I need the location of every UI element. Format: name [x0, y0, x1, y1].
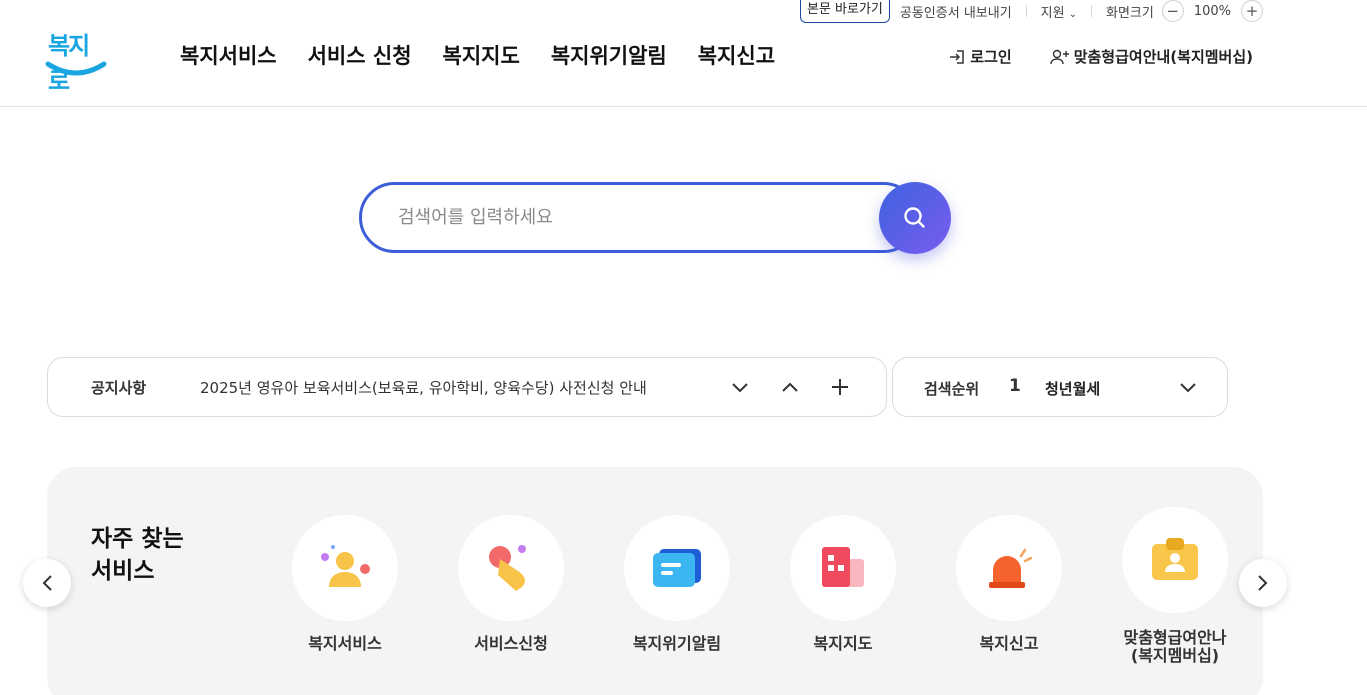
- service-item-map[interactable]: 복지지도: [768, 515, 918, 653]
- zoom-out-button[interactable]: −: [1161, 0, 1184, 22]
- rank-expand-button[interactable]: [1179, 378, 1197, 397]
- logo[interactable]: 복지로: [44, 26, 108, 95]
- cert-export-link[interactable]: 공동인증서 내보내기: [900, 2, 1012, 21]
- main-nav: 복지서비스 서비스 신청 복지지도 복지위기알림 복지신고: [180, 40, 775, 70]
- siren-icon: [989, 548, 1033, 588]
- support-dropdown[interactable]: 지원 ⌄: [1041, 2, 1077, 21]
- carousel-prev-button[interactable]: [23, 559, 71, 607]
- nav-service-apply[interactable]: 서비스 신청: [308, 40, 412, 70]
- notice-controls: [730, 377, 850, 397]
- rank-keyword[interactable]: 청년월세: [1045, 378, 1100, 399]
- notice-prev-button[interactable]: [780, 377, 800, 397]
- service-icon-circle: [790, 515, 896, 621]
- service-item-report[interactable]: 복지신고: [934, 515, 1084, 653]
- service-icon-circle: [458, 515, 564, 621]
- nav-welfare-service[interactable]: 복지서비스: [180, 40, 277, 70]
- nav-crisis-alert[interactable]: 복지위기알림: [551, 40, 667, 70]
- service-label: 복지지도: [813, 634, 873, 653]
- notice-next-button[interactable]: [730, 377, 750, 397]
- login-label: 로그인: [970, 48, 1012, 66]
- divider: [1025, 5, 1027, 17]
- chevron-down-icon: ⌄: [1068, 8, 1077, 20]
- service-item-membership[interactable]: 맞춤형급여안나 (복지멤버십): [1100, 507, 1250, 665]
- notice-label: 공지사항: [91, 378, 147, 397]
- nav-welfare-report[interactable]: 복지신고: [698, 40, 775, 70]
- login-icon: [950, 49, 965, 64]
- service-label: 복지위기알림: [632, 634, 722, 653]
- id-badge-icon: [1152, 538, 1198, 580]
- service-icon-circle: [1122, 507, 1228, 613]
- service-item-crisis[interactable]: 복지위기알림: [602, 515, 752, 653]
- skip-to-content-link[interactable]: 본문 바로가기: [799, 0, 890, 23]
- search-bar: [359, 182, 951, 254]
- search-button[interactable]: [879, 182, 951, 254]
- zoom-level: 100%: [1193, 3, 1231, 19]
- notice-more-button[interactable]: [830, 377, 850, 397]
- zoom-in-button[interactable]: +: [1241, 0, 1263, 22]
- chevron-left-icon: [42, 575, 52, 591]
- service-label: 서비스신청: [474, 634, 548, 653]
- screen-size-label: 화면크기: [1105, 5, 1154, 21]
- plus-icon: [832, 379, 848, 395]
- membership-label: 맞춤형급여안내(복지멤버십): [1073, 48, 1253, 66]
- service-item-welfare[interactable]: 복지서비스: [270, 515, 420, 653]
- hand-tap-icon: [489, 545, 526, 591]
- chevron-right-icon: [1258, 575, 1268, 591]
- service-icon-circle: [956, 515, 1062, 621]
- rank-label: 검색순위: [924, 380, 980, 398]
- support-label: 지원: [1040, 5, 1065, 21]
- search-input[interactable]: [359, 182, 919, 253]
- membership-button[interactable]: 맞춤형급여안내(복지멤버십): [1049, 46, 1253, 67]
- service-icon-circle: [624, 515, 730, 621]
- chevron-down-icon: [1180, 383, 1196, 393]
- notice-bar: 공지사항 2025년 영유아 보육서비스(보육료, 유아학비, 양육수당) 사전…: [47, 357, 887, 417]
- chevron-down-icon: [732, 383, 748, 393]
- search-rank: 검색순위 1 청년월세: [892, 357, 1228, 417]
- frequent-services-panel: 자주 찾는 서비스 복지서비스 서비스신청 복지위기알림 복지지도 복지신고 맞…: [47, 467, 1263, 695]
- divider: [1090, 5, 1092, 17]
- service-icon-circle: [292, 515, 398, 621]
- rank-number: 1: [1009, 376, 1021, 396]
- logo-smile-icon: [45, 61, 107, 76]
- chevron-up-icon: [782, 382, 798, 392]
- service-item-apply[interactable]: 서비스신청: [436, 515, 586, 653]
- frequent-services-title: 자주 찾는 서비스: [91, 526, 184, 584]
- service-label: 복지신고: [979, 634, 1039, 653]
- message-icon: [653, 549, 701, 587]
- service-label: 맞춤형급여안나 (복지멤버십): [1123, 628, 1227, 665]
- service-label: 복지서비스: [308, 634, 382, 653]
- notice-text[interactable]: 2025년 영유아 보육서비스(보육료, 유아학비, 양육수당) 사전신청 안내: [200, 377, 647, 398]
- login-button[interactable]: 로그인: [948, 46, 1012, 67]
- person-icon: [321, 545, 370, 587]
- carousel-next-button[interactable]: [1239, 559, 1287, 607]
- utility-bar: 본문 바로가기 공동인증서 내보내기 지원 ⌄ 화면크기 − 100% +: [799, 0, 1263, 23]
- search-icon: [904, 207, 925, 228]
- user-add-icon: [1049, 49, 1069, 64]
- nav-welfare-map[interactable]: 복지지도: [443, 40, 520, 70]
- header-actions: 로그인 맞춤형급여안내(복지멤버십): [948, 46, 1253, 67]
- building-icon: [822, 547, 864, 587]
